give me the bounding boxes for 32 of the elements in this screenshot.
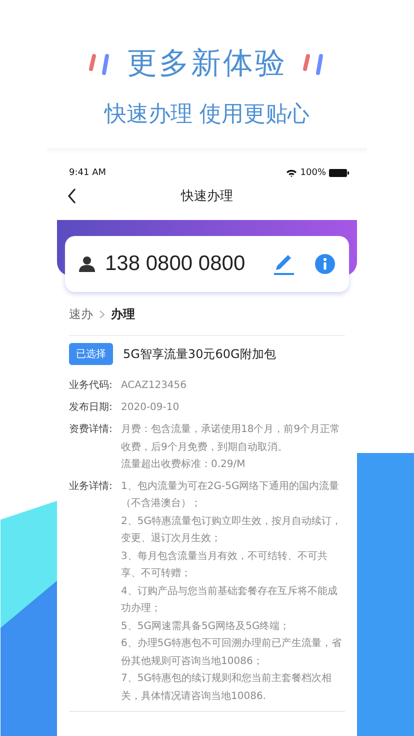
- field-value: 5、5G网速需具备5G网络及5G终端；: [121, 620, 291, 634]
- field-label: 发布日期:: [69, 400, 114, 415]
- page-title: 快速办理: [181, 188, 233, 205]
- breadcrumb-item: 办理: [111, 306, 135, 323]
- headline: 更多新体验: [127, 45, 287, 83]
- field-label: 业务详情:: [69, 480, 114, 494]
- field-label: 业务代码:: [69, 378, 114, 393]
- subtitle: 快速办理 使用更贴心: [104, 101, 310, 129]
- package-name: 5G智享流量30元60G附加包: [123, 346, 276, 362]
- field-value: 2020-09-10: [121, 401, 180, 415]
- chevron-icon: [99, 310, 105, 319]
- field-value: 6、办理5G特惠包不可回溯办理前已产生流量，省份其他规则可咨询当地10086；: [121, 636, 342, 668]
- field-value: 2、5G特惠流量包订购立即生效，按月自动续订，变更、退订次月生效；: [121, 514, 342, 546]
- field-value: 1、包内流量为可在2G-5G网络下通用的国内流量（不含港澳台）；: [121, 480, 340, 511]
- back-icon[interactable]: [67, 188, 77, 204]
- breadcrumb-item[interactable]: 速办: [69, 306, 93, 323]
- edit-icon[interactable]: [273, 253, 295, 275]
- field-value: 7、5G特惠包的续订规则和您当前主套餐档次相关，具体情况请咨询当地10086.: [121, 672, 332, 704]
- phone-number: 138 0800 0800: [105, 252, 246, 276]
- status-time: 9:41 AM: [69, 168, 106, 178]
- info-icon[interactable]: [315, 254, 335, 274]
- field-value: 流量超出收费标准：0.29/M: [121, 458, 246, 472]
- battery-percent: 100%: [300, 168, 326, 178]
- field-value: 月费：包含流量，承诺使用18个月，前9个月正常收费，后9个月免费，到期自动取消。: [121, 422, 342, 454]
- battery-icon: [329, 169, 349, 177]
- wifi-icon: [286, 169, 298, 177]
- field-label: 资费详情:: [69, 422, 114, 437]
- field-value: ACAZ123456: [121, 379, 188, 393]
- person-icon: [79, 256, 95, 272]
- field-value: 3、每月包含流量当月有效，不可结转、不可共享、不可转赠；: [121, 550, 328, 581]
- field-value: 4、订购产品与您当前基础套餐存在互斥将不能成功办理；: [121, 584, 338, 616]
- selected-tag: 已选择: [69, 343, 113, 365]
